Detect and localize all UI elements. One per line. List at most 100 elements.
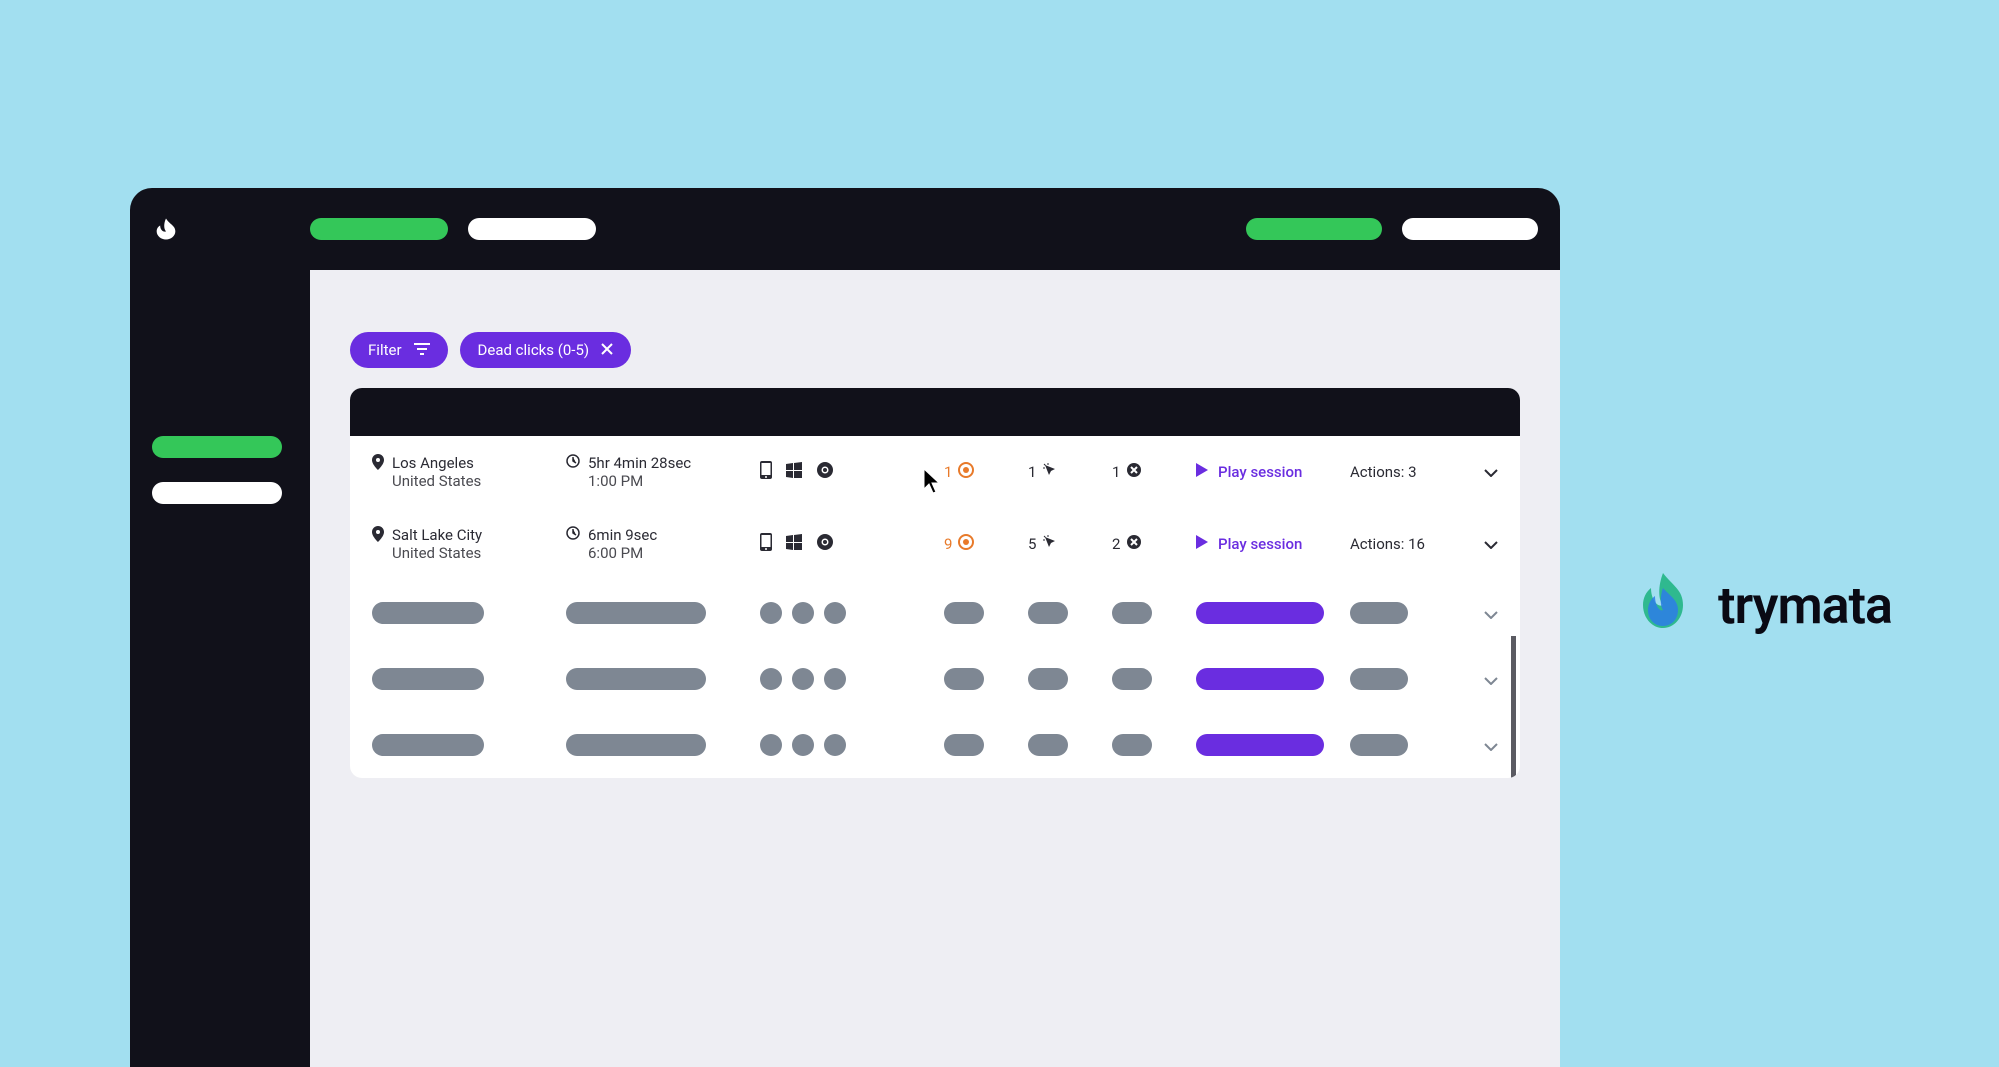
chevron-down-icon[interactable] xyxy=(1484,463,1520,481)
play-label: Play session xyxy=(1218,463,1302,481)
duration: 6min 9sec 6:00 PM xyxy=(566,526,756,562)
mobile-icon xyxy=(760,461,772,483)
windows-icon xyxy=(786,534,802,554)
session-rows: Los Angeles United States 5hr 4min 28sec… xyxy=(350,436,1520,778)
placeholder xyxy=(760,602,940,624)
brand: trymata xyxy=(1628,568,1892,642)
devices xyxy=(760,461,940,483)
clock-icon xyxy=(566,526,580,544)
placeholder xyxy=(372,668,484,690)
placeholder xyxy=(372,734,484,756)
nav-pill-b[interactable] xyxy=(468,218,596,240)
chrome-icon xyxy=(816,461,834,483)
content: Filter Dead clicks (0-5) xyxy=(310,270,1560,1067)
play-session[interactable]: Play session xyxy=(1196,463,1346,481)
play-icon xyxy=(1196,535,1208,553)
filter-button[interactable]: Filter xyxy=(350,332,448,368)
windows-icon xyxy=(786,462,802,482)
dead-clicks: 5 xyxy=(1028,534,1108,554)
rage-count: 1 xyxy=(944,463,952,481)
play-label: Play session xyxy=(1218,535,1302,553)
active-filter-label: Dead clicks (0-5) xyxy=(478,341,590,359)
placeholder xyxy=(1112,602,1152,624)
devices xyxy=(760,533,940,555)
duration-text: 5hr 4min 28sec xyxy=(588,454,691,472)
brand-name: trymata xyxy=(1718,575,1892,636)
session-row: Los Angeles United States 5hr 4min 28sec… xyxy=(350,436,1520,508)
error-clicks: 1 xyxy=(1112,462,1192,482)
filter-label: Filter xyxy=(368,341,402,359)
placeholder xyxy=(1028,734,1068,756)
placeholder xyxy=(372,602,484,624)
city: Salt Lake City xyxy=(392,526,482,544)
duration: 5hr 4min 28sec 1:00 PM xyxy=(566,454,756,490)
error-count: 1 xyxy=(1112,463,1120,481)
nav-pill-c[interactable] xyxy=(1246,218,1382,240)
sidebar-item-b[interactable] xyxy=(152,482,282,504)
placeholder xyxy=(1196,734,1324,756)
scrollbar[interactable] xyxy=(1511,636,1516,778)
location: Los Angeles United States xyxy=(372,454,562,490)
error-count: 2 xyxy=(1112,535,1120,553)
placeholder xyxy=(1196,668,1324,690)
placeholder xyxy=(760,668,940,690)
pin-icon xyxy=(372,454,384,474)
session-row-placeholder xyxy=(350,580,1520,646)
placeholder xyxy=(944,668,984,690)
actions-label: Actions: 16 xyxy=(1350,535,1425,553)
duration-text: 6min 9sec xyxy=(588,526,657,544)
pin-icon xyxy=(372,526,384,546)
brand-logo-icon xyxy=(1628,568,1698,642)
placeholder xyxy=(760,734,940,756)
actions: Actions: 16 xyxy=(1350,535,1480,553)
dead-count: 5 xyxy=(1028,535,1036,553)
error-clicks: 2 xyxy=(1112,534,1192,554)
country: United States xyxy=(392,544,482,562)
chevron-down-icon[interactable] xyxy=(1484,604,1520,623)
time-text: 6:00 PM xyxy=(588,544,657,562)
play-session[interactable]: Play session xyxy=(1196,535,1346,553)
nav-pill-d[interactable] xyxy=(1402,218,1538,240)
placeholder xyxy=(944,734,984,756)
cursor-click-icon xyxy=(1042,462,1058,482)
placeholder xyxy=(566,734,706,756)
placeholder xyxy=(944,602,984,624)
topbar xyxy=(130,188,1560,270)
app-window: Filter Dead clicks (0-5) xyxy=(130,188,1560,1067)
clock-icon xyxy=(566,454,580,472)
error-icon xyxy=(1126,462,1142,482)
nav-pill-a[interactable] xyxy=(310,218,448,240)
location: Salt Lake City United States xyxy=(372,526,562,562)
panel-header xyxy=(350,388,1520,436)
time-text: 1:00 PM xyxy=(588,472,691,490)
sessions-panel: Los Angeles United States 5hr 4min 28sec… xyxy=(350,388,1520,778)
city: Los Angeles xyxy=(392,454,481,472)
close-icon[interactable] xyxy=(601,341,613,359)
placeholder xyxy=(1112,734,1152,756)
placeholder xyxy=(1028,668,1068,690)
play-icon xyxy=(1196,463,1208,481)
session-row-placeholder xyxy=(350,646,1520,712)
filter-icon xyxy=(414,341,430,359)
sidebar xyxy=(130,270,310,526)
rage-icon xyxy=(958,462,974,482)
dead-count: 1 xyxy=(1028,463,1036,481)
rage-icon xyxy=(958,534,974,554)
actions: Actions: 3 xyxy=(1350,463,1480,481)
rage-clicks: 1 xyxy=(944,462,1024,482)
sidebar-item-a[interactable] xyxy=(152,436,282,458)
placeholder xyxy=(1112,668,1152,690)
placeholder xyxy=(1350,602,1408,624)
rage-clicks: 9 xyxy=(944,534,1024,554)
active-filter-chip[interactable]: Dead clicks (0-5) xyxy=(460,332,632,368)
chevron-down-icon[interactable] xyxy=(1484,535,1520,553)
cursor-click-icon xyxy=(1042,534,1058,554)
rage-count: 9 xyxy=(944,535,952,553)
country: United States xyxy=(392,472,481,490)
error-icon xyxy=(1126,534,1142,554)
chrome-icon xyxy=(816,533,834,555)
actions-label: Actions: 3 xyxy=(1350,463,1417,481)
filters: Filter Dead clicks (0-5) xyxy=(350,332,1520,368)
mobile-icon xyxy=(760,533,772,555)
placeholder xyxy=(1350,668,1408,690)
